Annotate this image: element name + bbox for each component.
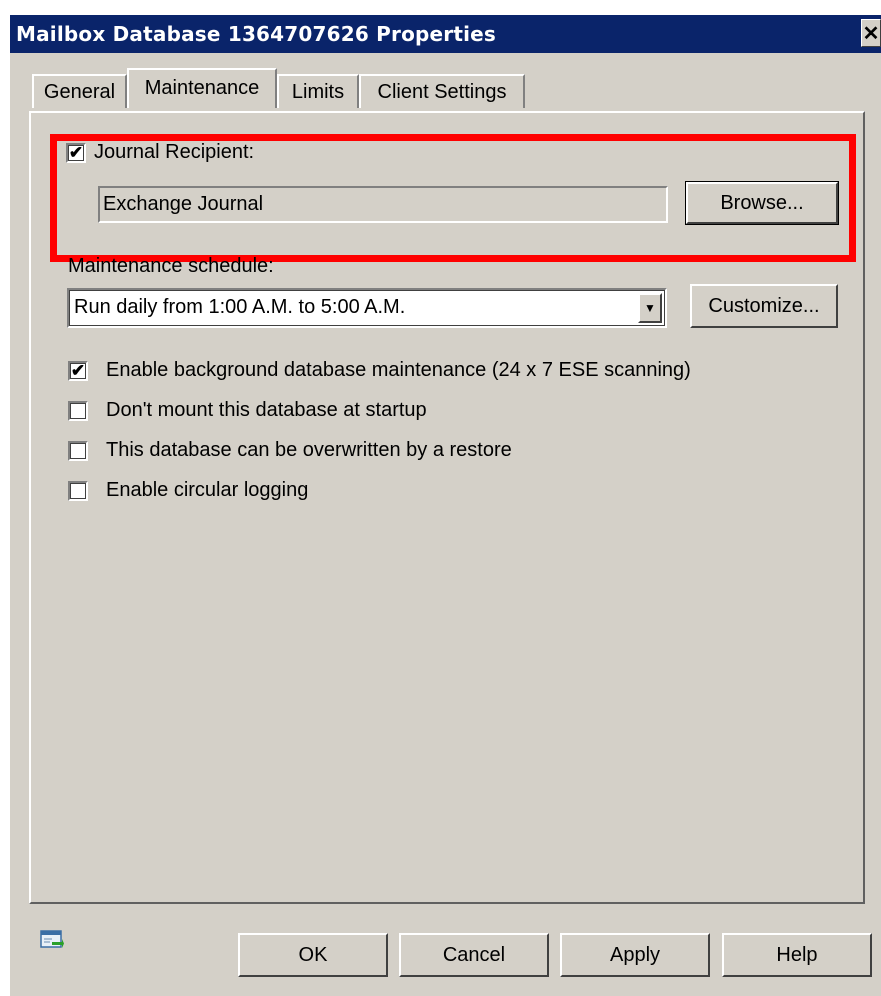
ok-button[interactable]: OK <box>238 933 388 977</box>
help-button[interactable]: Help <box>722 933 872 977</box>
overwrite-restore-label: This database can be overwritten by a re… <box>106 439 512 461</box>
dont-mount-label: Don't mount this database at startup <box>106 399 427 421</box>
circular-logging-checkbox[interactable] <box>68 481 88 501</box>
title-bar[interactable]: Mailbox Database 1364707626 Properties ✕ <box>10 15 881 53</box>
properties-help-icon[interactable] <box>40 930 64 952</box>
maintenance-panel <box>29 111 865 904</box>
window-title: Mailbox Database 1364707626 Properties <box>16 22 497 46</box>
background-maintenance-checkbox[interactable]: ✔ <box>68 361 88 381</box>
tab-maintenance[interactable]: Maintenance <box>127 68 277 108</box>
journal-recipient-checkbox[interactable]: ✔ <box>66 143 86 163</box>
maintenance-schedule-value: Run daily from 1:00 A.M. to 5:00 A.M. <box>74 296 406 318</box>
close-button[interactable]: ✕ <box>861 19 881 47</box>
tab-client-settings[interactable]: Client Settings <box>359 74 525 108</box>
apply-button[interactable]: Apply <box>560 933 710 977</box>
tab-general[interactable]: General <box>32 74 127 108</box>
circular-logging-label: Enable circular logging <box>106 479 309 501</box>
tab-limits[interactable]: Limits <box>277 74 359 108</box>
journal-recipient-field[interactable]: Exchange Journal <box>98 186 668 223</box>
properties-dialog: Mailbox Database 1364707626 Properties ✕… <box>10 15 881 996</box>
maintenance-schedule-label: Maintenance schedule: <box>68 255 274 277</box>
maintenance-schedule-dropdown[interactable]: Run daily from 1:00 A.M. to 5:00 A.M. ▼ <box>67 288 667 328</box>
overwrite-restore-checkbox[interactable] <box>68 441 88 461</box>
browse-button[interactable]: Browse... <box>685 181 839 225</box>
journal-recipient-label: Journal Recipient: <box>94 141 255 163</box>
customize-button[interactable]: Customize... <box>690 284 838 328</box>
background-maintenance-label: Enable background database maintenance (… <box>106 359 691 381</box>
chevron-down-icon[interactable]: ▼ <box>638 293 662 323</box>
dont-mount-checkbox[interactable] <box>68 401 88 421</box>
cancel-button[interactable]: Cancel <box>399 933 549 977</box>
